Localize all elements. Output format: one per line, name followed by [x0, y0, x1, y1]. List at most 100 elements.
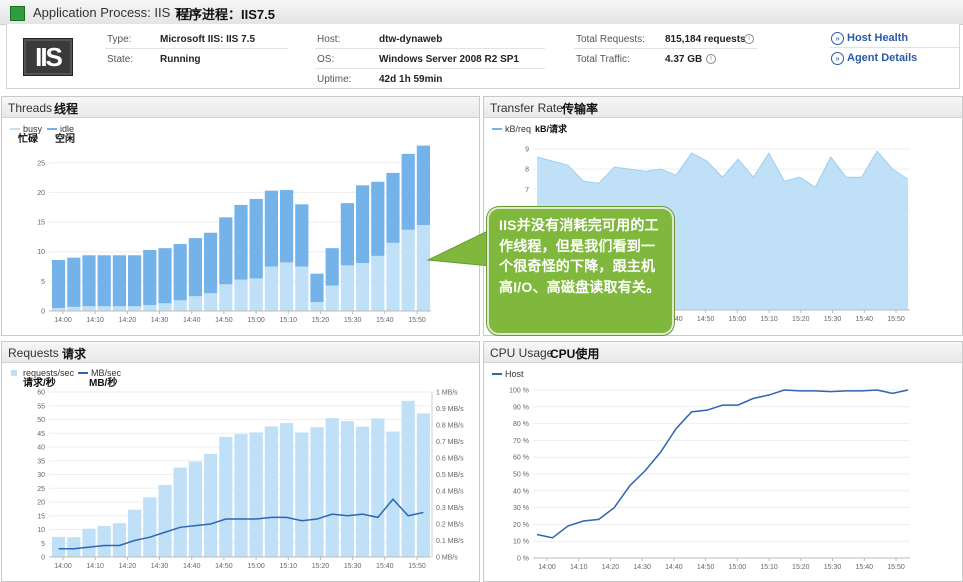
uptime-label: Uptime:: [317, 74, 352, 85]
x-tick-label: 14:40: [665, 564, 683, 571]
threads-title: Threads: [8, 101, 53, 115]
host-health-link[interactable]: Host Health: [847, 32, 908, 44]
bar-requests: [325, 418, 339, 557]
threads-chart: busy 忙碌 idle 空闲 0 5 10 15 20 25 14:00 14:10 14:2…: [10, 124, 431, 324]
bar-requests: [401, 400, 415, 557]
agent-details-link[interactable]: Agent Details: [847, 52, 917, 64]
y2-tick-label: 0.9 MB/s: [436, 406, 464, 413]
y-tick-label: 100 %: [509, 388, 529, 395]
bar-idle: [143, 249, 157, 306]
x-tick-label: 14:00: [54, 317, 72, 324]
bar-idle: [371, 181, 385, 256]
y-tick-label: 30 %: [513, 505, 529, 512]
x-tick-label: 15:50: [408, 317, 426, 324]
legend-busy-cn: 忙碌: [17, 132, 39, 145]
legend-requests: requests/sec: [23, 368, 75, 378]
y-tick-label: 0: [41, 555, 45, 562]
x-tick-label: 15:40: [856, 316, 874, 323]
bar-busy: [280, 262, 294, 311]
y-tick-label: 25: [37, 486, 45, 493]
legend-kbreq: kB/req: [505, 124, 531, 134]
x-tick-label: 15:40: [856, 564, 874, 571]
bar-requests: [143, 497, 157, 557]
x-tick-label: 15:40: [376, 317, 394, 324]
bar-busy: [310, 302, 324, 311]
status-square-icon: [10, 6, 25, 21]
bar-busy: [386, 242, 400, 311]
info-icon[interactable]: i: [744, 34, 754, 44]
y-tick-label: 90 %: [513, 404, 529, 411]
double-chevron-right-icon[interactable]: »: [831, 32, 844, 45]
y2-tick-label: 0 MB/s: [436, 555, 458, 562]
y-tick-label: 15: [37, 220, 45, 227]
legend-host: Host: [505, 369, 524, 379]
state-value: Running: [160, 54, 201, 65]
y2-tick-label: 0.7 MB/s: [436, 439, 464, 446]
x-tick-label: 15:00: [247, 563, 265, 570]
x-tick-label: 15:40: [376, 563, 394, 570]
double-chevron-right-icon[interactable]: »: [831, 52, 844, 65]
x-tick-label: 15:30: [344, 317, 362, 324]
x-tick-label: 14:10: [86, 563, 104, 570]
y-tick-label: 70 %: [513, 438, 529, 445]
bar-requests: [234, 434, 248, 557]
x-tick-label: 14:20: [119, 563, 137, 570]
bar-busy: [143, 305, 157, 311]
bar-requests: [264, 426, 278, 557]
y-tick-label: 5: [41, 279, 45, 286]
bar-requests: [295, 432, 309, 557]
legend-swatch-requests: [11, 370, 17, 376]
cpu-panel-header: CPU Usage CPU使用: [484, 342, 962, 363]
bar-idle: [158, 248, 172, 304]
bar-busy: [249, 278, 263, 311]
x-tick-label: 15:30: [824, 316, 842, 323]
bar-idle: [295, 204, 309, 267]
page-title: Application Process: IIS 7.5: [33, 5, 192, 20]
x-tick-label: 15:50: [408, 563, 426, 570]
x-tick-label: 15:20: [792, 564, 810, 571]
y-tick-label: 20: [37, 190, 45, 197]
cpu-usage-chart: Host 0 % 10 % 20 % 30 % 40 % 50 % 60 % 70 % 80 %…: [492, 369, 910, 571]
total-traffic-label: Total Traffic:: [576, 54, 630, 65]
bar-requests: [97, 525, 111, 557]
bar-busy: [173, 300, 187, 311]
y-tick-label: 25: [37, 160, 45, 167]
x-tick-label: 14:30: [633, 564, 651, 571]
x-tick-label: 14:40: [183, 563, 201, 570]
iis-logo-text: IIS: [35, 42, 63, 72]
bar-busy: [340, 265, 354, 311]
bar-busy: [67, 306, 81, 311]
bar-requests: [173, 467, 187, 557]
legend-idle: idle: [60, 124, 74, 134]
bar-idle: [356, 185, 370, 263]
bar-requests: [204, 453, 218, 557]
info-icon[interactable]: i: [706, 54, 716, 64]
bar-requests: [158, 484, 172, 557]
bar-busy: [401, 229, 415, 311]
bar-idle: [173, 244, 187, 301]
bar-idle: [97, 255, 111, 307]
x-tick-label: 14:00: [54, 563, 72, 570]
bar-busy: [325, 285, 339, 311]
transfer-title: Transfer Rate: [490, 101, 563, 115]
y-tick-label: 9: [525, 147, 529, 154]
x-tick-label: 14:40: [183, 317, 201, 324]
callout-text: IIS并没有消耗完可用的工作线程，但是我们看到一个很奇怪的下降，跟主机高I/O、…: [499, 217, 661, 295]
divider: [315, 48, 545, 49]
x-tick-label: 15:00: [729, 564, 747, 571]
y-tick-label: 45: [37, 431, 45, 438]
bar-idle: [401, 153, 415, 230]
x-tick-label: 15:50: [887, 564, 905, 571]
x-tick-label: 14:50: [697, 564, 715, 571]
x-tick-label: 15:30: [824, 564, 842, 571]
bar-busy: [264, 266, 278, 311]
x-tick-label: 15:50: [887, 316, 905, 323]
divider: [829, 47, 959, 48]
total-traffic-value: 4.37 GB: [665, 54, 703, 65]
bar-idle: [310, 273, 324, 303]
y-tick-label: 35: [37, 458, 45, 465]
bar-requests: [67, 537, 81, 557]
y-tick-label: 10 %: [513, 539, 529, 546]
bar-requests: [188, 461, 202, 557]
bar-requests: [52, 536, 66, 557]
